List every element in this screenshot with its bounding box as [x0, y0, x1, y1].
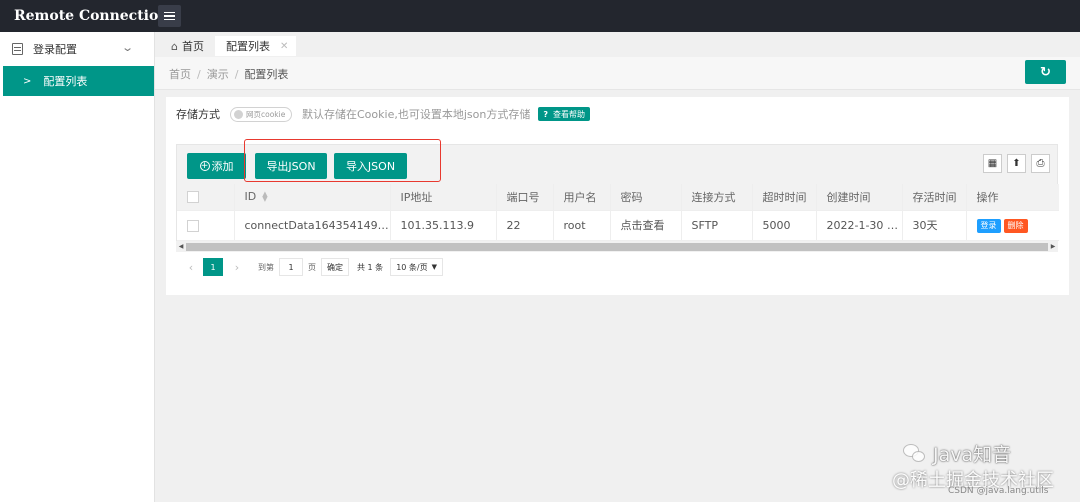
refresh-icon: ↻ — [1040, 64, 1051, 80]
column-header[interactable]: ID ▲ ▼ — [234, 184, 391, 211]
total-count: 共 1 条 — [357, 262, 384, 272]
tab-label: 首页 — [181, 40, 204, 53]
cell-timeout: 5000 — [752, 210, 817, 241]
select-all-checkbox[interactable] — [187, 191, 199, 204]
toggle-text: 网页cookie — [246, 109, 286, 119]
add-label: 添加 — [211, 160, 234, 173]
column-label: ID — [244, 190, 257, 204]
export-label: 导出JSON — [266, 160, 316, 173]
sort-icon[interactable]: ▲ ▼ — [262, 191, 267, 203]
current-page[interactable]: 1 — [203, 258, 223, 276]
print-icon[interactable]: ⎙ — [1031, 154, 1050, 173]
sidebar-group-login-config[interactable]: 登录配置 ⌄ — [0, 32, 154, 66]
document-icon — [12, 43, 23, 55]
chevron-down-icon: ⌄ — [120, 41, 134, 54]
cell-password-reveal[interactable]: 点击查看 — [610, 210, 682, 241]
help-button[interactable]: ? 查看帮助 — [538, 107, 590, 121]
menu-toggle-icon[interactable] — [158, 5, 181, 27]
sidebar: 登录配置 ⌄ > 配置列表 — [0, 32, 155, 502]
breadcrumb: 首页 / 演示 / 配置列表 — [169, 68, 289, 81]
prev-page-icon[interactable]: ‹ — [181, 258, 201, 276]
storage-label: 存储方式 — [176, 108, 220, 121]
app-title: Remote Connection — [14, 8, 169, 24]
tab-label: 配置列表 — [225, 40, 270, 53]
cell-created: 2022-1-30 19:1... — [816, 210, 903, 241]
cell-actions: 登录 删除 — [966, 210, 1059, 241]
next-page-icon[interactable]: › — [227, 258, 247, 276]
import-label: 导入JSON — [345, 160, 396, 173]
add-button[interactable]: + 添加 — [187, 153, 246, 179]
storage-toggle[interactable]: 网页cookie — [230, 106, 292, 122]
table-row: connectData1643541492765 101.35.113.9 22… — [177, 210, 1059, 241]
breadcrumb-current: 配置列表 — [244, 68, 289, 81]
cell-ttl: 30天 — [902, 210, 967, 241]
sidebar-item-label: 配置列表 — [43, 75, 88, 88]
column-header: 端口号 — [496, 184, 554, 211]
row-checkbox-cell — [177, 210, 235, 241]
columns-filter-icon[interactable]: ▦ — [983, 154, 1002, 173]
scrollbar-thumb[interactable] — [186, 242, 1048, 251]
watermark-line1: Java知音 — [933, 444, 1012, 466]
data-table: ID ▲ ▼ IP地址 端口号 用户名 密码 连接方式 超时时间 创建时间 存活时间… — [176, 184, 1059, 242]
cell-id: connectData1643541492765 — [234, 210, 391, 241]
storage-hint: 默认存储在Cookie,也可设置本地json方式存储 — [302, 108, 531, 121]
plus-circle-icon: + — [199, 161, 210, 171]
pagination: ‹ 1 › 到第 1 页 确定 共 1 条 10 条/页 ▼ — [181, 258, 443, 276]
watermark-line3: CSDN @java.lang.utils — [948, 486, 1049, 496]
header-checkbox-cell — [177, 184, 235, 211]
column-header: 连接方式 — [681, 184, 753, 211]
page-unit: 页 — [308, 262, 316, 272]
page-size-select[interactable]: 10 条/页 ▼ — [390, 258, 443, 276]
tab-bar: ⌂ 首页 配置列表 ✕ — [160, 36, 297, 56]
column-header: 密码 — [610, 184, 682, 211]
cell-user: root — [553, 210, 611, 241]
column-header: 超时时间 — [752, 184, 817, 211]
column-header: IP地址 — [390, 184, 497, 211]
breadcrumb-item[interactable]: 首页 — [169, 68, 191, 81]
login-button[interactable]: 登录 — [976, 218, 1001, 233]
breadcrumb-item[interactable]: 演示 — [207, 68, 229, 81]
sidebar-group-label: 登录配置 — [33, 43, 77, 56]
breadcrumb-bar: 首页 / 演示 / 配置列表 ↻ — [155, 57, 1080, 90]
row-checkbox[interactable] — [187, 219, 199, 232]
table-toolbar: + 添加 导出JSON 导入JSON ▦ ⬆ ⎙ — [176, 144, 1058, 184]
confirm-page-button[interactable]: 确定 — [321, 258, 349, 276]
column-header: 用户名 — [553, 184, 611, 211]
wechat-logo-icon — [903, 443, 927, 464]
export-json-button[interactable]: 导出JSON — [255, 153, 327, 179]
column-header: 操作 — [966, 184, 1059, 211]
table-header-row: ID ▲ ▼ IP地址 端口号 用户名 密码 连接方式 超时时间 创建时间 存活时间… — [177, 184, 1059, 211]
watermark: Java知音 — [903, 440, 1011, 467]
tab-config-list[interactable]: 配置列表 ✕ — [214, 36, 297, 56]
refresh-button[interactable]: ↻ — [1025, 60, 1066, 84]
close-icon[interactable]: ✕ — [280, 41, 288, 52]
page-size-value: 10 条/页 — [396, 262, 428, 272]
cell-port: 22 — [496, 210, 554, 241]
tab-home[interactable]: ⌂ 首页 — [160, 36, 215, 56]
top-header: Remote Connection — [0, 0, 1080, 32]
main-card: 存储方式 网页cookie 默认存储在Cookie,也可设置本地json方式存储… — [166, 97, 1069, 295]
cell-method: SFTP — [681, 210, 753, 241]
chevron-down-icon: ▼ — [431, 263, 437, 271]
question-icon: ? — [543, 109, 548, 119]
storage-row: 存储方式 网页cookie 默认存储在Cookie,也可设置本地json方式存储… — [176, 106, 590, 122]
page-input[interactable]: 1 — [279, 258, 303, 276]
delete-button[interactable]: 删除 — [1003, 218, 1028, 233]
goto-label: 到第 — [258, 262, 274, 272]
home-icon: ⌂ — [171, 39, 178, 53]
sidebar-item-config-list[interactable]: > 配置列表 — [3, 66, 154, 96]
help-label: 查看帮助 — [552, 109, 585, 119]
chevron-right-icon: > — [23, 75, 32, 87]
horizontal-scrollbar[interactable]: ◀ ▶ — [176, 241, 1058, 252]
column-header: 存活时间 — [902, 184, 967, 211]
export-icon[interactable]: ⬆ — [1007, 154, 1026, 173]
scroll-left-icon[interactable]: ◀ — [176, 243, 186, 250]
column-header: 创建时间 — [816, 184, 903, 211]
import-json-button[interactable]: 导入JSON — [334, 153, 407, 179]
scroll-right-icon[interactable]: ▶ — [1048, 243, 1058, 250]
toggle-knob — [234, 109, 243, 119]
cell-ip: 101.35.113.9 — [390, 210, 497, 241]
